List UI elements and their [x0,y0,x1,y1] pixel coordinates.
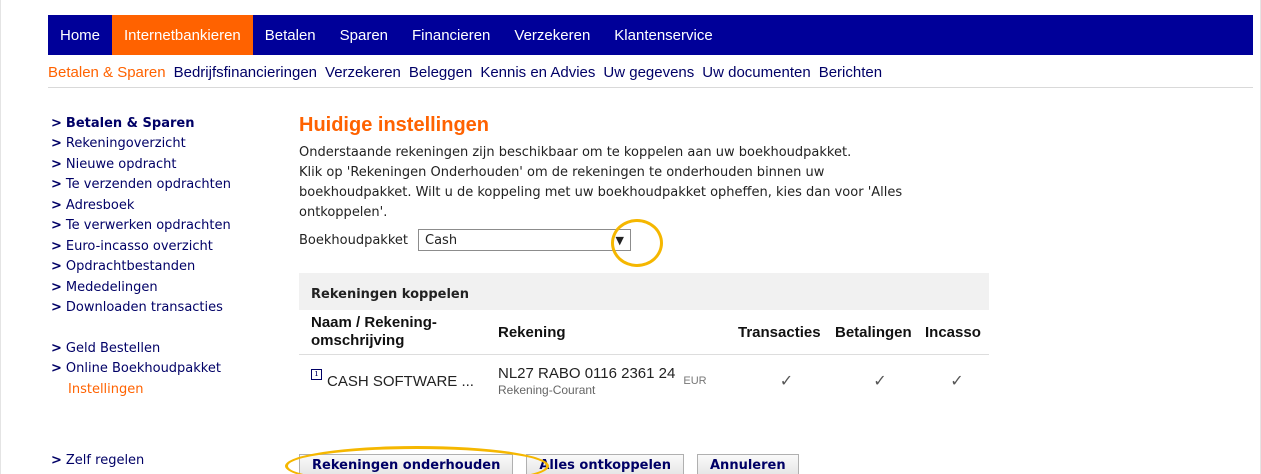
action-buttons: Rekeningen onderhouden Alles ontkoppelen… [299,454,812,474]
sidebar-item-downloaden[interactable]: > Downloaden transacties [51,298,266,319]
sidebar-item-label: Adresboek [65,197,135,213]
account-currency: EUR [683,375,707,387]
intro-line: boekhoudpakket. Wilt u de koppeling met … [299,185,903,200]
sidebar-item-label: Downloaden transacties [65,300,223,315]
subnav-kennis-advies[interactable]: Kennis en Advies [480,64,595,81]
intro-text: Onderstaande rekeningen zijn beschikbaar… [299,143,979,223]
sidebar-item-opdrachtbestanden[interactable]: > Opdrachtbestanden [51,257,266,278]
account-type: Rekening-Courant [498,383,596,397]
sidebar-item-label: Zelf regelen [65,453,145,468]
sidebar-item-te-verzenden[interactable]: > Te verzenden opdrachten [51,175,266,196]
nav-internetbankieren[interactable]: Internetbankieren [112,15,253,55]
column-naam-line2: omschrijving [311,332,405,349]
sidebar-item-geld-bestellen[interactable]: > Geld Bestellen [51,339,266,360]
sidebar-item-te-verwerken[interactable]: > Te verwerken opdrachten [51,216,266,237]
sidebar-item-label: Opdrachtbestanden [65,259,196,274]
subnav-uw-gegevens[interactable]: Uw gegevens [603,64,694,81]
sidebar-item-adresboek[interactable]: > Adresboek [51,196,266,217]
sidebar-bottom: > Zelf regelen [51,451,266,472]
sidebar-item-label: Geld Bestellen [65,340,161,356]
chevron-right-icon: > [51,197,62,213]
chevron-right-icon: > [51,453,62,468]
top-navigation: Home Internetbankieren Betalen Sparen Fi… [48,15,1253,55]
chevron-right-icon: > [51,279,62,295]
sidebar-item-label: Te verwerken opdrachten [65,218,231,233]
intro-line: Klik op 'Rekeningen Onderhouden' om de r… [299,165,825,180]
dropdown-arrow-icon[interactable]: ▼ [616,234,624,247]
accounts-column-headers: Naam / Rekening- omschrijving Rekening T… [299,310,989,355]
subnav-berichten[interactable]: Berichten [819,64,882,81]
sidebar-item-instellingen[interactable]: Instellingen [51,380,266,400]
accounts-table: Rekeningen koppelen Naam / Rekening- oms… [299,273,989,407]
accounts-table-header: Rekeningen koppelen [299,273,989,310]
maintain-accounts-button[interactable]: Rekeningen onderhouden [299,454,514,474]
chevron-right-icon: > [51,116,62,131]
sidebar-item-zelf-regelen[interactable]: > Zelf regelen [51,451,266,472]
chevron-right-icon: > [51,238,62,254]
sidebar-heading-label: Betalen & Sparen [65,116,195,131]
subnav-betalen-sparen[interactable]: Betalen & Sparen [48,64,166,81]
column-naam-line1: Naam / Rekening- [311,314,437,331]
sidebar-item-nieuwe-opdracht[interactable]: > Nieuwe opdracht [51,155,266,176]
column-betalingen: Betalingen [835,323,912,341]
cancel-button[interactable]: Annuleren [697,454,799,474]
account-iban: NL27 RABO 0116 2361 24 [498,365,676,382]
nav-home[interactable]: Home [48,15,112,55]
sidebar-item-euro-incasso[interactable]: > Euro-incasso overzicht [51,237,266,258]
sidebar-item-mededelingen[interactable]: > Mededelingen [51,278,266,299]
package-row: Boekhoudpakket Cash ▼ [299,229,989,251]
sub-navigation: Betalen & Sparen Bedrijfsfinancieringen … [48,62,1253,88]
page-title: Huidige instellingen [299,114,490,136]
subnav-bedrijfsfinancieringen[interactable]: Bedrijfsfinancieringen [174,64,317,81]
account-name-cell: i CASH SOFTWARE ... [299,368,498,390]
intro-line: ontkoppelen'. [299,205,388,220]
package-label: Boekhoudpakket [299,232,408,248]
column-transacties: Transacties [738,323,821,341]
sidebar-item-label: Te verzenden opdrachten [65,177,231,192]
sidebar-item-label: Nieuwe opdracht [65,156,177,172]
chevron-right-icon: > [51,177,62,192]
sidebar-item-label: Online Boekhoudpakket [65,361,221,376]
account-name: CASH SOFTWARE ... [327,372,474,390]
chevron-right-icon: > [51,340,62,356]
sidebar-heading[interactable]: > Betalen & Sparen [51,116,266,131]
sidebar-item-label: Euro-incasso overzicht [65,238,213,254]
incasso-check-icon[interactable]: ✓ [925,371,989,391]
nav-betalen[interactable]: Betalen [253,15,328,55]
sidebar: > Betalen & Sparen > Rekeningoverzicht > Ni… [51,116,266,400]
chevron-right-icon: > [51,300,62,315]
main-content: Huidige instellingen Onderstaande rekeni… [299,114,989,407]
nav-verzekeren[interactable]: Verzekeren [502,15,602,55]
transacties-check-icon[interactable]: ✓ [738,371,835,391]
sidebar-item-label: Mededelingen [65,279,158,295]
nav-financieren[interactable]: Financieren [400,15,502,55]
nav-sparen[interactable]: Sparen [328,15,400,55]
package-select-value: Cash [425,232,458,248]
chevron-right-icon: > [51,218,62,233]
chevron-right-icon: > [51,156,62,172]
subnav-verzekeren[interactable]: Verzekeren [325,64,401,81]
subnav-beleggen[interactable]: Beleggen [409,64,472,81]
package-select[interactable]: Cash ▼ [418,229,631,251]
sidebar-item-rekeningoverzicht[interactable]: > Rekeningoverzicht [51,134,266,155]
sidebar-item-online-boekhoudpakket[interactable]: > Online Boekhoudpakket [51,359,266,380]
column-rekening: Rekening [498,323,566,341]
column-naam: Naam / Rekening- omschrijving [299,314,498,350]
chevron-right-icon: > [51,136,62,151]
chevron-right-icon: > [51,259,62,274]
column-incasso: Incasso [925,323,981,341]
account-number-cell: NL27 RABO 0116 2361 24 Rekening-Courant … [498,365,735,397]
subnav-uw-documenten[interactable]: Uw documenten [702,64,810,81]
nav-klantenservice[interactable]: Klantenservice [602,15,724,55]
table-row: i CASH SOFTWARE ... NL27 RABO 0116 2361 2… [299,355,989,407]
info-icon[interactable]: i [311,368,322,380]
intro-line: Onderstaande rekeningen zijn beschikbaar… [299,145,852,160]
sidebar-item-label: Rekeningoverzicht [65,136,186,151]
unlink-all-button[interactable]: Alles ontkoppelen [526,454,684,474]
betalingen-check-icon[interactable]: ✓ [835,371,925,391]
chevron-right-icon: > [51,361,62,376]
